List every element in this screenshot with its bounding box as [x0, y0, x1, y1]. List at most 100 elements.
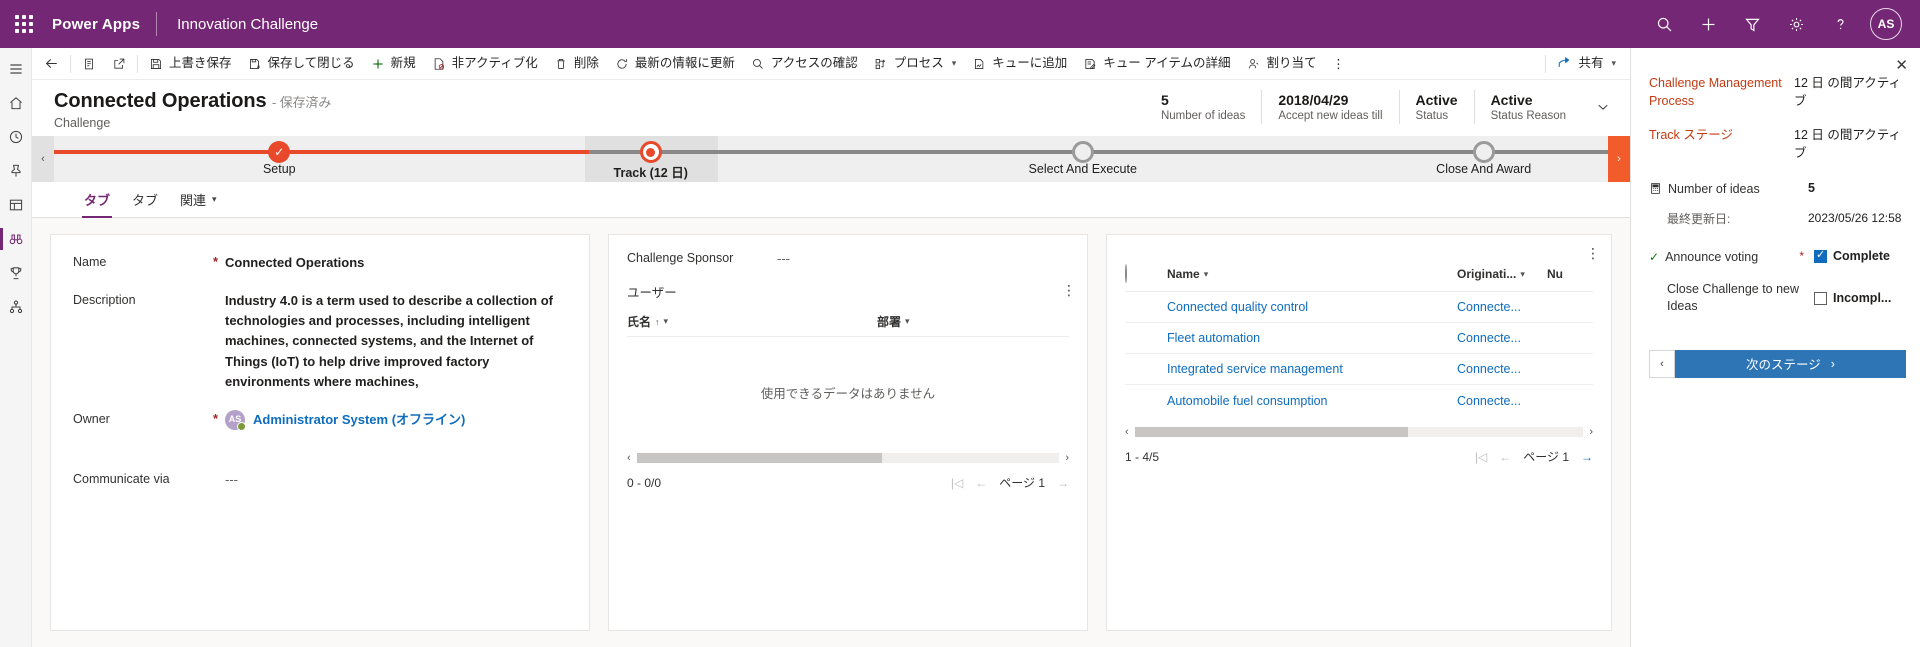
bpf-stage-setup[interactable]: ✓ Setup: [155, 136, 404, 182]
sidebar-item-awards[interactable]: [0, 256, 32, 290]
scroll-left-icon[interactable]: ‹: [1125, 426, 1129, 438]
stage-name-label[interactable]: Track ステージ: [1649, 126, 1794, 162]
avatar[interactable]: AS: [1870, 8, 1902, 40]
tab-1[interactable]: タブ: [74, 182, 120, 218]
command-queue-item-details[interactable]: キュー アイテムの詳細: [1075, 48, 1238, 79]
command-deactivate[interactable]: 非アクティブ化: [424, 48, 546, 79]
sidebar-item-home[interactable]: [0, 86, 32, 120]
command-add-to-queue[interactable]: キューに追加: [964, 48, 1075, 79]
table-row[interactable]: Fleet automation Connecte...: [1125, 323, 1593, 354]
field-description-value[interactable]: Industry 4.0 is a term used to describe …: [225, 291, 567, 392]
command-save[interactable]: 上書き保存: [141, 48, 240, 79]
previous-page-button[interactable]: ←: [975, 476, 987, 490]
sitemap-menu-button[interactable]: [0, 52, 32, 86]
tab-2[interactable]: タブ: [122, 182, 168, 218]
table-row[interactable]: Connected quality control Connecte...: [1125, 292, 1593, 323]
scroll-track[interactable]: [636, 453, 1060, 463]
command-check-access[interactable]: アクセスの確認: [743, 48, 866, 79]
ideas-subgrid-more-button[interactable]: ⋮: [1586, 245, 1601, 262]
back-button[interactable]: [36, 48, 67, 79]
command-overflow-button[interactable]: ⋮: [1325, 48, 1353, 79]
settings-button[interactable]: [1774, 0, 1818, 48]
process-name-label[interactable]: Challenge Management Process: [1649, 74, 1794, 110]
bpf-stage-track[interactable]: Track (12 日): [526, 136, 775, 182]
tab-related[interactable]: 関連 ▾: [170, 182, 227, 218]
command-process[interactable]: プロセス ▾: [866, 48, 965, 79]
step-checkbox-group[interactable]: Complete: [1814, 248, 1906, 263]
close-icon[interactable]: ✕: [1895, 56, 1908, 74]
filter-button[interactable]: [1730, 0, 1774, 48]
ideas-row-name[interactable]: Fleet automation: [1167, 331, 1457, 345]
next-page-button[interactable]: →: [1057, 476, 1069, 490]
bpf-previous-button[interactable]: ‹: [32, 136, 54, 182]
sidebar-item-org[interactable]: [0, 290, 32, 324]
header-stat-status-reason[interactable]: Active Status Reason: [1473, 90, 1582, 124]
header-stat-number-of-ideas[interactable]: 5 Number of ideas: [1145, 90, 1261, 124]
ideas-row-originating[interactable]: Connecte...: [1457, 362, 1521, 376]
complete-checkbox[interactable]: [1814, 248, 1827, 263]
bpf-stage-select-and-execute[interactable]: Select And Execute: [912, 136, 1254, 182]
sidebar-item-pinned[interactable]: [0, 154, 32, 188]
command-assign[interactable]: 割り当て: [1239, 48, 1325, 79]
header-stat-status[interactable]: Active Status: [1398, 90, 1474, 124]
previous-stage-button[interactable]: ‹: [1649, 349, 1675, 378]
users-grid-horizontal-scrollbar[interactable]: ‹ ›: [627, 452, 1069, 464]
select-all-checkbox[interactable]: [1125, 264, 1127, 283]
owner-name-link[interactable]: Administrator System (オフライン): [253, 410, 465, 430]
field-name-value[interactable]: Connected Operations: [225, 253, 567, 273]
ideas-select-all-cell[interactable]: [1125, 264, 1167, 283]
ideas-column-nu[interactable]: Nu: [1547, 267, 1563, 281]
command-save-close[interactable]: 保存して閉じる: [240, 48, 363, 79]
next-stage-button[interactable]: 次のステージ ›: [1675, 349, 1906, 378]
app-launcher-button[interactable]: [0, 0, 48, 48]
ideas-column-name[interactable]: Name ▾: [1167, 267, 1457, 281]
sidebar-item-recent[interactable]: [0, 120, 32, 154]
incomplete-checkbox[interactable]: [1814, 291, 1827, 305]
previous-page-button[interactable]: ←: [1499, 450, 1511, 464]
ideas-row-name[interactable]: Integrated service management: [1167, 362, 1457, 376]
brand-label[interactable]: Power Apps: [48, 16, 156, 33]
command-refresh[interactable]: 最新の情報に更新: [607, 48, 743, 79]
field-owner-value[interactable]: AS Administrator System (オフライン): [225, 409, 567, 431]
ideas-row-originating[interactable]: Connecte...: [1457, 300, 1521, 314]
table-row[interactable]: Integrated service management Connecte..…: [1125, 354, 1593, 385]
step-checkbox-cell[interactable]: Incompl...: [1814, 281, 1906, 305]
step-checkbox-group[interactable]: Incompl...: [1814, 291, 1906, 305]
users-subgrid-more-button[interactable]: ⋮: [1062, 282, 1077, 299]
ideas-row-originating[interactable]: Connecte...: [1457, 331, 1521, 345]
scroll-right-icon[interactable]: ›: [1065, 452, 1069, 464]
scroll-track[interactable]: [1134, 427, 1584, 437]
quick-create-button[interactable]: [1686, 0, 1730, 48]
header-expand-button[interactable]: [1582, 90, 1620, 124]
bpf-stage-close-and-award[interactable]: Close And Award: [1313, 136, 1655, 182]
command-share[interactable]: 共有 ▾: [1549, 48, 1624, 79]
step-checkbox-cell[interactable]: Complete: [1814, 248, 1906, 263]
search-button[interactable]: [1642, 0, 1686, 48]
ideas-row-name[interactable]: Automobile fuel consumption: [1167, 394, 1457, 408]
ideas-row-originating[interactable]: Connecte...: [1457, 394, 1521, 408]
sidebar-item-ideas[interactable]: [0, 222, 32, 256]
ideas-grid-horizontal-scrollbar[interactable]: ‹ ›: [1125, 426, 1593, 438]
scroll-left-icon[interactable]: ‹: [627, 452, 631, 464]
help-button[interactable]: [1818, 0, 1862, 48]
command-new[interactable]: 新規: [363, 48, 424, 79]
users-column-name[interactable]: 氏名 ↑ ▾: [627, 313, 877, 330]
ideas-row-name[interactable]: Connected quality control: [1167, 300, 1457, 314]
next-page-button[interactable]: →: [1581, 450, 1593, 464]
table-row[interactable]: Automobile fuel consumption Connecte...: [1125, 385, 1593, 416]
app-name-label[interactable]: Innovation Challenge: [157, 16, 318, 33]
field-communicate-via-value[interactable]: ---: [225, 470, 567, 490]
first-page-button[interactable]: |◁: [1475, 450, 1487, 464]
form-selector-button[interactable]: [74, 48, 104, 79]
first-page-button[interactable]: |◁: [951, 476, 963, 490]
stage-field-value[interactable]: 5: [1794, 181, 1906, 195]
users-column-department[interactable]: 部署 ▾: [877, 313, 910, 330]
ideas-column-originating[interactable]: Originati... ▾: [1457, 267, 1547, 281]
scroll-right-icon[interactable]: ›: [1589, 426, 1593, 438]
sponsor-value[interactable]: ---: [777, 251, 790, 266]
command-delete[interactable]: 削除: [546, 48, 607, 79]
popout-button[interactable]: [104, 48, 134, 79]
record-name: Connected Operations: [54, 90, 267, 112]
header-stat-accept-new-ideas-till[interactable]: 2018/04/29 Accept new ideas till: [1261, 90, 1398, 124]
sidebar-item-challenges[interactable]: [0, 188, 32, 222]
